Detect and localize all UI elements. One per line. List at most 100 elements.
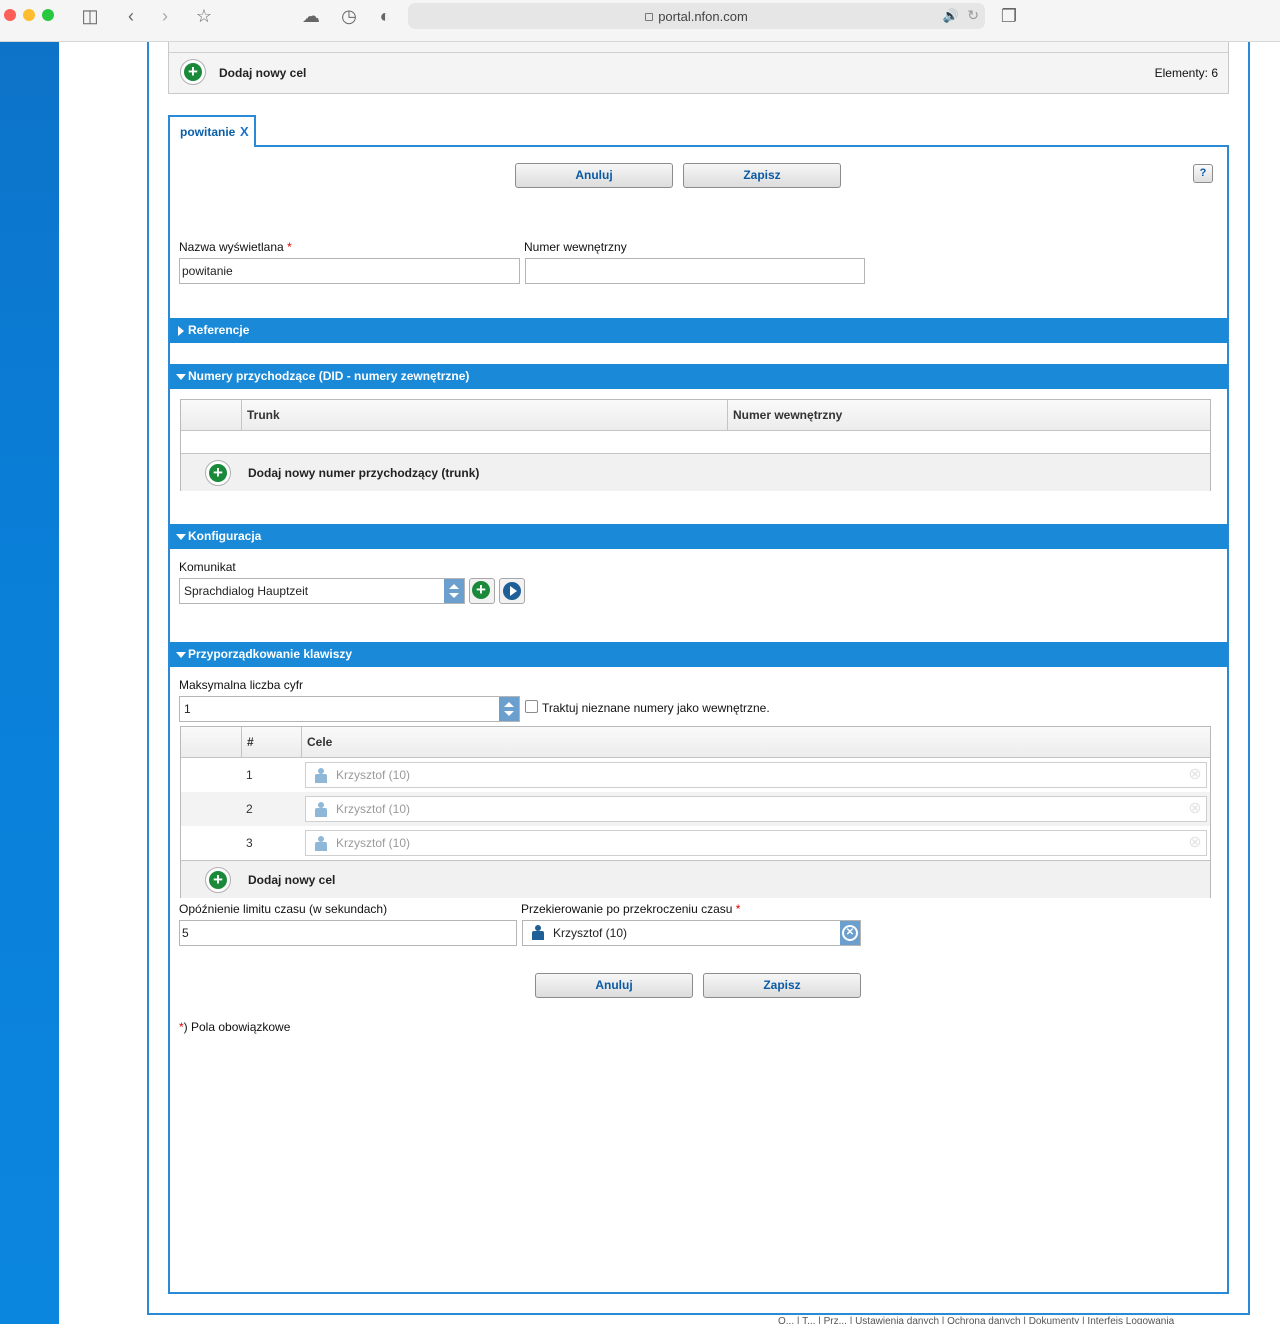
window-close-button[interactable] xyxy=(4,9,16,21)
did-table-header: Trunk Numer wewnętrzny xyxy=(181,400,1210,431)
address-bar[interactable]: portal.nfon.com 🔊 ↻ xyxy=(408,3,985,29)
privacy-shield-icon[interactable]: ◐ xyxy=(373,4,397,28)
table-row[interactable]: 2 Krzysztof (10) ⊗ xyxy=(181,792,1210,826)
message-select[interactable]: Sprachdialog Hauptzeit xyxy=(179,578,465,604)
user-icon xyxy=(314,836,328,851)
play-message-button[interactable] xyxy=(499,578,525,604)
display-name-label: Nazwa wyświetlana * xyxy=(179,240,292,254)
max-digits-label: Maksymalna liczba cyfr xyxy=(179,678,304,692)
expand-arrow-icon xyxy=(178,326,184,336)
select-spinner-icon[interactable] xyxy=(499,697,519,721)
forward-icon[interactable]: › xyxy=(153,4,177,28)
add-key-target-button[interactable]: + xyxy=(205,867,231,893)
redirect-label: Przekierowanie po przekroczeniu czasu * xyxy=(521,902,741,916)
message-label: Komunikat xyxy=(179,560,236,574)
user-icon xyxy=(531,925,545,940)
window-minimize-button[interactable] xyxy=(23,9,35,21)
left-sidebar xyxy=(0,42,59,1324)
footer-links[interactable]: Q... | T... | Prz... | Ustawienia danych… xyxy=(778,1316,1174,1324)
column-targets[interactable]: Cele xyxy=(301,727,1211,758)
save-button-bottom[interactable]: Zapisz xyxy=(703,973,861,998)
browser-toolbar: ◫ ‹ › ☆ ☁ ◷ ◐ portal.nfon.com 🔊 ↻ ❐ xyxy=(0,0,1280,42)
display-name-input[interactable]: powitanie xyxy=(179,258,520,284)
table-row[interactable]: 1 Krzysztof (10) ⊗ xyxy=(181,758,1210,792)
clear-icon[interactable]: ⊗ xyxy=(1185,799,1205,819)
internal-number-label: Numer wewnętrzny xyxy=(524,240,627,254)
targets-list-footer: + Dodaj nowy cel Elementy: 6 xyxy=(168,42,1229,94)
target-value: Krzysztof (10) xyxy=(336,836,411,850)
help-button[interactable]: ? xyxy=(1193,164,1213,183)
target-value: Krzysztof (10) xyxy=(336,802,411,816)
row-number: 1 xyxy=(246,768,253,782)
bookmark-star-icon[interactable]: ☆ xyxy=(192,4,216,28)
clear-icon[interactable]: ⊗ xyxy=(1185,765,1205,785)
required-fields-note: *) Pola obowiązkowe xyxy=(179,1020,291,1034)
section-did-label: Numery przychodzące (DID - numery zewnęt… xyxy=(188,369,470,383)
collapse-arrow-icon xyxy=(176,652,186,658)
divider xyxy=(169,52,1228,53)
cancel-button[interactable]: Anuluj xyxy=(515,163,673,188)
history-clock-icon[interactable]: ◷ xyxy=(337,4,361,28)
max-digits-value: 1 xyxy=(184,702,191,716)
target-value: Krzysztof (10) xyxy=(336,768,411,782)
clear-icon[interactable]: ⊗ xyxy=(1185,833,1205,853)
target-field[interactable]: Krzysztof (10) ⊗ xyxy=(305,762,1207,788)
cloud-icon[interactable]: ☁ xyxy=(299,4,323,28)
row-number: 3 xyxy=(246,836,253,850)
add-did-label: Dodaj nowy numer przychodzący (trunk) xyxy=(248,466,480,480)
section-config-label: Konfiguracja xyxy=(188,529,262,543)
save-button[interactable]: Zapisz xyxy=(683,163,841,188)
cancel-button-bottom[interactable]: Anuluj xyxy=(535,973,693,998)
plus-icon: + xyxy=(213,463,223,482)
lock-icon xyxy=(645,13,654,21)
collapse-arrow-icon xyxy=(176,534,186,540)
internal-number-input[interactable] xyxy=(525,258,865,284)
key-targets-footer: + Dodaj nowy cel xyxy=(181,860,1210,898)
select-spinner-icon[interactable] xyxy=(444,579,464,603)
timeout-input[interactable]: 5 xyxy=(179,920,517,946)
plus-icon: + xyxy=(188,62,198,81)
section-keys-label: Przyporządkowanie klawiszy xyxy=(188,647,353,661)
elements-count: Elementy: 6 xyxy=(1154,66,1218,80)
sidebar-toggle-icon[interactable]: ◫ xyxy=(78,4,102,28)
section-did[interactable]: Numery przychodzące (DID - numery zewnęt… xyxy=(170,364,1228,389)
back-icon[interactable]: ‹ xyxy=(119,4,143,28)
plus-icon: + xyxy=(476,580,486,599)
speaker-icon[interactable]: 🔊 xyxy=(943,8,959,24)
tab-close-icon[interactable]: X xyxy=(240,124,249,139)
did-table: Trunk Numer wewnętrzny + Dodaj nowy nume… xyxy=(180,399,1211,491)
key-targets-header: # Cele xyxy=(181,727,1210,758)
message-select-value: Sprachdialog Hauptzeit xyxy=(184,584,309,598)
target-field[interactable]: Krzysztof (10) ⊗ xyxy=(305,796,1207,822)
target-field[interactable]: Krzysztof (10) ⊗ xyxy=(305,830,1207,856)
table-row[interactable]: 3 Krzysztof (10) ⊗ xyxy=(181,826,1210,860)
column-internal-number[interactable]: Numer wewnętrzny xyxy=(727,400,1211,431)
redirect-field[interactable]: Krzysztof (10) ✕ xyxy=(522,920,861,946)
did-table-footer: + Dodaj nowy numer przychodzący (trunk) xyxy=(181,453,1210,491)
clear-redirect-button[interactable]: ✕ xyxy=(840,921,860,945)
plus-icon: + xyxy=(213,870,223,889)
close-icon: ✕ xyxy=(842,925,858,941)
unknown-internal-label: Traktuj nieznane numery jako wewnętrzne. xyxy=(542,701,770,715)
window-maximize-button[interactable] xyxy=(42,9,54,21)
max-digits-select[interactable]: 1 xyxy=(179,696,520,722)
section-references[interactable]: Referencje xyxy=(170,318,1228,343)
reload-icon[interactable]: ↻ xyxy=(967,7,979,24)
tabs-overview-icon[interactable]: ❐ xyxy=(997,4,1021,28)
add-target-button[interactable]: + xyxy=(180,59,206,85)
play-icon xyxy=(503,582,521,600)
section-keys[interactable]: Przyporządkowanie klawiszy xyxy=(170,642,1228,667)
section-references-label: Referencje xyxy=(188,323,250,337)
add-target-label: Dodaj nowy cel xyxy=(219,66,307,80)
key-targets-table: # Cele 1 Krzysztof (10) ⊗ 2 Krzysztof (1… xyxy=(180,726,1211,898)
add-did-button[interactable]: + xyxy=(205,460,231,486)
add-message-button[interactable]: + xyxy=(469,578,495,604)
column-number[interactable]: # xyxy=(241,727,301,758)
unknown-internal-checkbox[interactable] xyxy=(525,700,538,713)
column-trunk[interactable]: Trunk xyxy=(241,400,727,431)
section-config[interactable]: Konfiguracja xyxy=(170,524,1228,549)
user-icon xyxy=(314,768,328,783)
tab-powitanie[interactable]: powitanie X xyxy=(168,115,256,147)
user-icon xyxy=(314,802,328,817)
collapse-arrow-icon xyxy=(176,374,186,380)
